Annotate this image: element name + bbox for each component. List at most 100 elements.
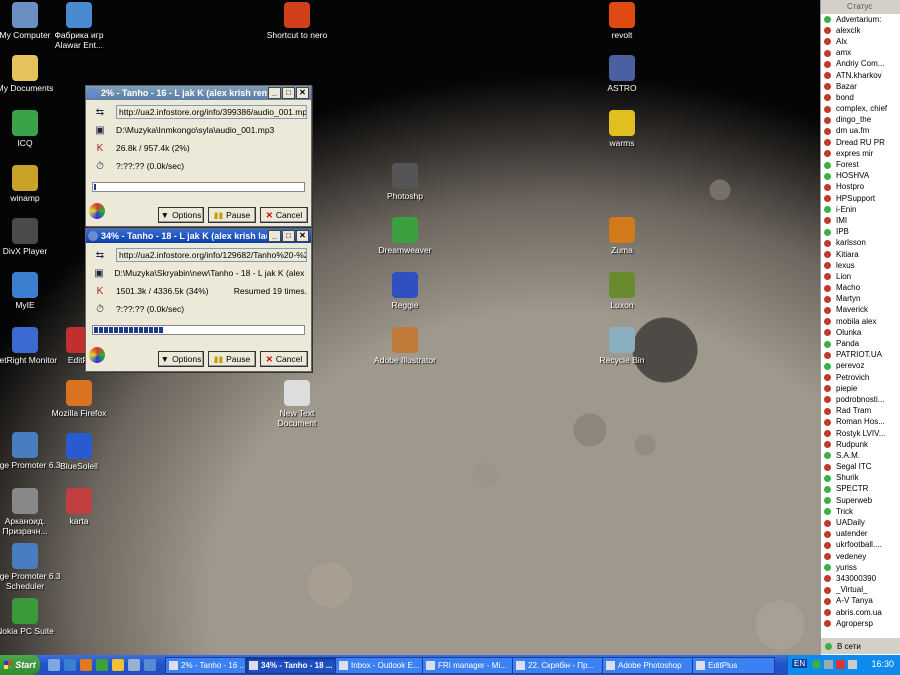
contact-item[interactable]: Roman Hos... bbox=[821, 417, 900, 428]
desktop-icon[interactable]: Zuma bbox=[585, 217, 659, 255]
desktop-icon[interactable]: Recycle Bin bbox=[585, 327, 659, 365]
contact-item[interactable]: podrobnosti... bbox=[821, 394, 900, 405]
contact-item[interactable]: mobila alex bbox=[821, 316, 900, 327]
contact-item[interactable]: alexclk bbox=[821, 25, 900, 36]
url-field[interactable]: http://ua2.infostore.org/info/399386/aud… bbox=[116, 105, 307, 119]
contact-item[interactable]: HOSHVA bbox=[821, 171, 900, 182]
download-window-1[interactable]: 2% - Tanho - 16 - L jak K (alex krish re… bbox=[85, 85, 312, 227]
taskbar-button[interactable]: 22. Скрябін - Пр... bbox=[512, 657, 605, 674]
quicklaunch-show-icon[interactable] bbox=[144, 659, 156, 671]
icq-contact-list[interactable]: Статус Advertarium: alexclk Alx amx Andriy C… bbox=[820, 0, 900, 655]
contact-item[interactable]: Macho bbox=[821, 283, 900, 294]
contact-item[interactable]: Kitiara bbox=[821, 249, 900, 260]
quicklaunch-desktop-icon[interactable] bbox=[48, 659, 60, 671]
pause-button[interactable]: ▮▮ Pause bbox=[208, 207, 256, 223]
quicklaunch-outlook-icon[interactable] bbox=[112, 659, 124, 671]
contact-item[interactable]: Andriy Com... bbox=[821, 59, 900, 70]
contact-item[interactable]: perevoz bbox=[821, 361, 900, 372]
taskbar-button[interactable]: Inbox - Outlook E... bbox=[335, 657, 425, 674]
start-button[interactable]: Start bbox=[0, 655, 40, 675]
contact-item[interactable]: yuriss bbox=[821, 562, 900, 573]
desktop-icon[interactable]: Reggie bbox=[368, 272, 442, 310]
desktop-icon[interactable]: My Documents bbox=[0, 55, 62, 93]
contact-item[interactable]: i-Enin bbox=[821, 204, 900, 215]
contact-item[interactable]: vedeney bbox=[821, 551, 900, 562]
options-button[interactable]: ▼ Options bbox=[158, 351, 204, 367]
desktop-icon[interactable]: New Text Document bbox=[260, 380, 334, 428]
contact-item[interactable]: piepie bbox=[821, 383, 900, 394]
desktop-icon[interactable]: Nokia PC Suite bbox=[0, 598, 62, 636]
contact-item[interactable]: PATRIOT.UA bbox=[821, 350, 900, 361]
desktop-icon[interactable]: revolt bbox=[585, 2, 659, 40]
desktop-icon[interactable]: karta bbox=[42, 488, 116, 526]
contact-item[interactable]: Superweb bbox=[821, 495, 900, 506]
contact-item[interactable]: Olunka bbox=[821, 327, 900, 338]
contact-item[interactable]: Agropersp bbox=[821, 618, 900, 629]
taskbar-button[interactable]: Adobe Photoshop bbox=[602, 657, 695, 674]
desktop-icon[interactable]: Luxon bbox=[585, 272, 659, 310]
desktop-icon[interactable]: ASTRO bbox=[585, 55, 659, 93]
contact-item[interactable]: Dread RU PR bbox=[821, 137, 900, 148]
desktop-icon[interactable]: MyIE bbox=[0, 272, 62, 310]
contact-item[interactable]: Segal ITC bbox=[821, 462, 900, 473]
desktop-icon[interactable]: Photoshp bbox=[368, 163, 442, 201]
contact-item[interactable]: ukrfootball.... bbox=[821, 540, 900, 551]
contact-item[interactable]: Panda bbox=[821, 338, 900, 349]
contact-item[interactable]: IMI bbox=[821, 215, 900, 226]
contact-item[interactable]: Advertarium: bbox=[821, 14, 900, 25]
maximize-button[interactable]: □ bbox=[282, 87, 295, 99]
desktop-icon[interactable]: Dreamweaver bbox=[368, 217, 442, 255]
contact-item[interactable]: dm ua.fm bbox=[821, 126, 900, 137]
contact-item[interactable]: Lion bbox=[821, 271, 900, 282]
contact-item[interactable]: uatender bbox=[821, 529, 900, 540]
desktop-icon[interactable]: warms bbox=[585, 110, 659, 148]
status-selector[interactable]: В сети bbox=[821, 638, 900, 654]
tray-network-icon[interactable] bbox=[824, 660, 833, 669]
contact-item[interactable]: dingo_the bbox=[821, 115, 900, 126]
contact-item[interactable]: lexus bbox=[821, 260, 900, 271]
desktop-icon[interactable]: winamp bbox=[0, 165, 62, 203]
contact-item[interactable]: A-V Tanya bbox=[821, 596, 900, 607]
contact-item[interactable]: abris.com.ua bbox=[821, 607, 900, 618]
contact-item[interactable]: Trick bbox=[821, 506, 900, 517]
contact-item[interactable]: ATN.kharkov bbox=[821, 70, 900, 81]
taskbar-button[interactable]: EditPlus bbox=[692, 657, 775, 674]
contact-item[interactable]: Rostyk LVIV... bbox=[821, 428, 900, 439]
options-button[interactable]: ▼ Options bbox=[158, 207, 204, 223]
download-window-2-titlebar[interactable]: 34% - Tanho - 18 - L jak K (alex krish l… bbox=[86, 229, 311, 243]
contact-item[interactable]: 343000390 bbox=[821, 573, 900, 584]
contact-item[interactable]: Forest bbox=[821, 159, 900, 170]
contact-item[interactable]: Petrovich bbox=[821, 372, 900, 383]
status-header[interactable]: Статус bbox=[821, 0, 900, 14]
quicklaunch-media-icon[interactable] bbox=[96, 659, 108, 671]
desktop-icon[interactable]: ICQ bbox=[0, 110, 62, 148]
cancel-button[interactable]: ✕ Cancel bbox=[260, 351, 308, 367]
tray-antivirus-icon[interactable] bbox=[836, 660, 845, 669]
taskbar-button[interactable]: 34% - Tanho - 18 ... bbox=[245, 657, 338, 674]
contact-item[interactable]: UADaily bbox=[821, 517, 900, 528]
url-field[interactable]: http://ua2.infostore.org/info/129682/Tan… bbox=[116, 248, 307, 262]
minimize-button[interactable]: _ bbox=[268, 87, 281, 99]
desktop-icon[interactable]: Фабрика игр Alawar Ent... bbox=[42, 2, 116, 50]
contact-item[interactable]: expres mir bbox=[821, 148, 900, 159]
quicklaunch-firefox-icon[interactable] bbox=[80, 659, 92, 671]
minimize-button[interactable]: _ bbox=[268, 230, 281, 242]
tray-volume-icon[interactable] bbox=[848, 660, 857, 669]
desktop-icon[interactable]: BlueSoleil bbox=[42, 433, 116, 471]
contact-item[interactable]: Rudpunk bbox=[821, 439, 900, 450]
language-indicator[interactable]: EN bbox=[792, 659, 808, 668]
desktop-icon[interactable]: Mozilla Firefox bbox=[42, 380, 116, 418]
close-button[interactable]: ✕ bbox=[296, 230, 309, 242]
taskbar-button[interactable]: FRI manager - Mi... bbox=[422, 657, 515, 674]
cancel-button[interactable]: ✕ Cancel bbox=[260, 207, 308, 223]
contact-item[interactable]: karlsson bbox=[821, 238, 900, 249]
contact-item[interactable]: amx bbox=[821, 48, 900, 59]
desktop-icon[interactable]: Adobe Illustrator bbox=[368, 327, 442, 365]
tray-icq-icon[interactable] bbox=[812, 660, 821, 669]
contact-item[interactable]: SPECTR bbox=[821, 484, 900, 495]
quicklaunch-ie-icon[interactable] bbox=[64, 659, 76, 671]
pause-button[interactable]: ▮▮ Pause bbox=[208, 351, 256, 367]
contact-item[interactable]: bond bbox=[821, 92, 900, 103]
maximize-button[interactable]: □ bbox=[282, 230, 295, 242]
desktop-icon[interactable]: DivX Player bbox=[0, 218, 62, 256]
